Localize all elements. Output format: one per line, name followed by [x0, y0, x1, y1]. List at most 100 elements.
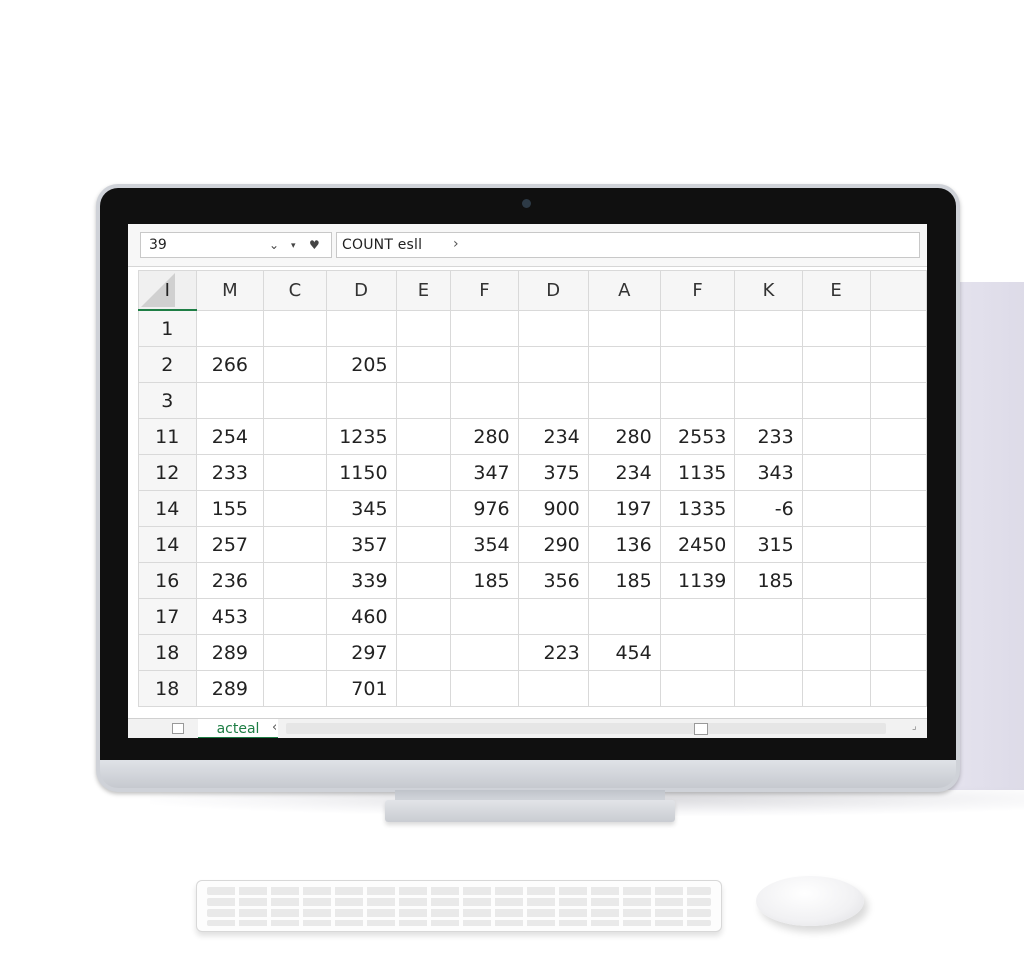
grid-cell[interactable] — [659, 382, 736, 419]
grid-cell[interactable] — [517, 598, 589, 635]
grid-cell[interactable]: 1150 — [325, 454, 397, 491]
grid-cell[interactable] — [869, 634, 927, 671]
grid-cell[interactable] — [450, 634, 519, 671]
grid-cell[interactable] — [734, 598, 803, 635]
grid-cell[interactable] — [801, 490, 871, 527]
grid-cell[interactable] — [869, 562, 927, 599]
grid-cell[interactable] — [801, 309, 871, 347]
grid-cell[interactable]: 289 — [195, 634, 265, 671]
column-header[interactable]: E — [395, 270, 452, 311]
grid-cell[interactable] — [517, 382, 589, 419]
grid-cell[interactable] — [659, 670, 736, 707]
grid-cell[interactable] — [587, 346, 661, 383]
column-header[interactable]: D — [325, 270, 397, 311]
grid-cell[interactable] — [325, 309, 397, 347]
grid-cell[interactable] — [869, 670, 927, 707]
grid-cell[interactable] — [734, 309, 803, 347]
sheet-tab[interactable]: acteal — [198, 719, 278, 738]
grid-cell[interactable] — [801, 346, 871, 383]
row-header[interactable]: 17 — [138, 598, 197, 635]
grid-cell[interactable]: 460 — [325, 598, 397, 635]
column-header[interactable]: A — [587, 270, 661, 311]
grid-cell[interactable]: 1139 — [659, 562, 736, 599]
grid-cell[interactable]: -6 — [734, 490, 803, 527]
grid-cell[interactable]: 234 — [587, 454, 661, 491]
grid-cell[interactable] — [450, 346, 519, 383]
grid-cell[interactable]: 339 — [325, 562, 397, 599]
grid-cell[interactable] — [263, 526, 327, 563]
grid-cell[interactable] — [801, 562, 871, 599]
column-header[interactable]: M — [195, 270, 265, 311]
grid-cell[interactable] — [263, 490, 327, 527]
grid-cell[interactable] — [450, 598, 519, 635]
grid-cell[interactable]: 155 — [195, 490, 265, 527]
row-header[interactable]: 18 — [138, 670, 197, 707]
grid-cell[interactable] — [869, 418, 927, 455]
grid-cell[interactable] — [395, 598, 452, 635]
grid-cell[interactable] — [734, 670, 803, 707]
column-header[interactable]: F — [659, 270, 736, 311]
grid-cell[interactable] — [263, 598, 327, 635]
grid-cell[interactable] — [659, 309, 736, 347]
grid-cell[interactable]: 197 — [587, 490, 661, 527]
chevron-down-icon[interactable]: ⌄ — [269, 238, 279, 252]
grid-cell[interactable] — [450, 309, 519, 347]
grid-cell[interactable]: 1135 — [659, 454, 736, 491]
tab-scroll-left-icon[interactable]: ‹ — [272, 720, 277, 735]
select-all-corner[interactable]: I — [138, 270, 197, 311]
grid-cell[interactable] — [263, 562, 327, 599]
grid-cell[interactable]: 701 — [325, 670, 397, 707]
row-header[interactable]: 1 — [138, 309, 197, 347]
grid-cell[interactable]: 453 — [195, 598, 265, 635]
grid-cell[interactable]: 347 — [450, 454, 519, 491]
grid-cell[interactable] — [450, 382, 519, 419]
grid-cell[interactable]: 185 — [587, 562, 661, 599]
grid-cell[interactable]: 185 — [450, 562, 519, 599]
grid-cell[interactable]: 233 — [734, 418, 803, 455]
grid-cell[interactable] — [263, 418, 327, 455]
grid-cell[interactable] — [869, 526, 927, 563]
grid-cell[interactable]: 280 — [587, 418, 661, 455]
grid-cell[interactable]: 315 — [734, 526, 803, 563]
grid-cell[interactable]: 205 — [325, 346, 397, 383]
grid-cell[interactable] — [395, 670, 452, 707]
column-header[interactable]: D — [517, 270, 589, 311]
grid-cell[interactable] — [195, 382, 265, 419]
grid-cell[interactable]: 900 — [517, 490, 589, 527]
grid-cell[interactable] — [450, 670, 519, 707]
grid-cell[interactable]: 356 — [517, 562, 589, 599]
grid-cell[interactable] — [587, 598, 661, 635]
grid-cell[interactable] — [263, 382, 327, 419]
grid-cell[interactable]: 254 — [195, 418, 265, 455]
grid-cell[interactable] — [869, 309, 927, 347]
grid-cell[interactable]: 289 — [195, 670, 265, 707]
grid-cell[interactable] — [869, 346, 927, 383]
grid-cell[interactable] — [869, 598, 927, 635]
grid-cell[interactable]: 136 — [587, 526, 661, 563]
row-header[interactable]: 12 — [138, 454, 197, 491]
grid-cell[interactable] — [195, 309, 265, 347]
grid-cell[interactable] — [263, 454, 327, 491]
grid-cell[interactable] — [869, 454, 927, 491]
grid-cell[interactable]: 266 — [195, 346, 265, 383]
grid-cell[interactable] — [263, 670, 327, 707]
grid-cell[interactable]: 1335 — [659, 490, 736, 527]
grid-cell[interactable] — [801, 670, 871, 707]
grid-cell[interactable] — [517, 670, 589, 707]
column-header[interactable]: K — [734, 270, 803, 311]
grid-cell[interactable] — [587, 309, 661, 347]
grid-cell[interactable]: 257 — [195, 526, 265, 563]
grid-cell[interactable]: 2553 — [659, 418, 736, 455]
grid-cell[interactable]: 233 — [195, 454, 265, 491]
grid-cell[interactable] — [517, 346, 589, 383]
grid-cell[interactable] — [263, 309, 327, 347]
grid-cell[interactable] — [801, 382, 871, 419]
grid-cell[interactable] — [659, 634, 736, 671]
column-header[interactable] — [869, 270, 927, 311]
grid-cell[interactable] — [395, 418, 452, 455]
grid-cell[interactable] — [395, 454, 452, 491]
grid-cell[interactable] — [263, 634, 327, 671]
grid-cell[interactable] — [734, 382, 803, 419]
grid-cell[interactable]: 236 — [195, 562, 265, 599]
grid-cell[interactable] — [517, 309, 589, 347]
